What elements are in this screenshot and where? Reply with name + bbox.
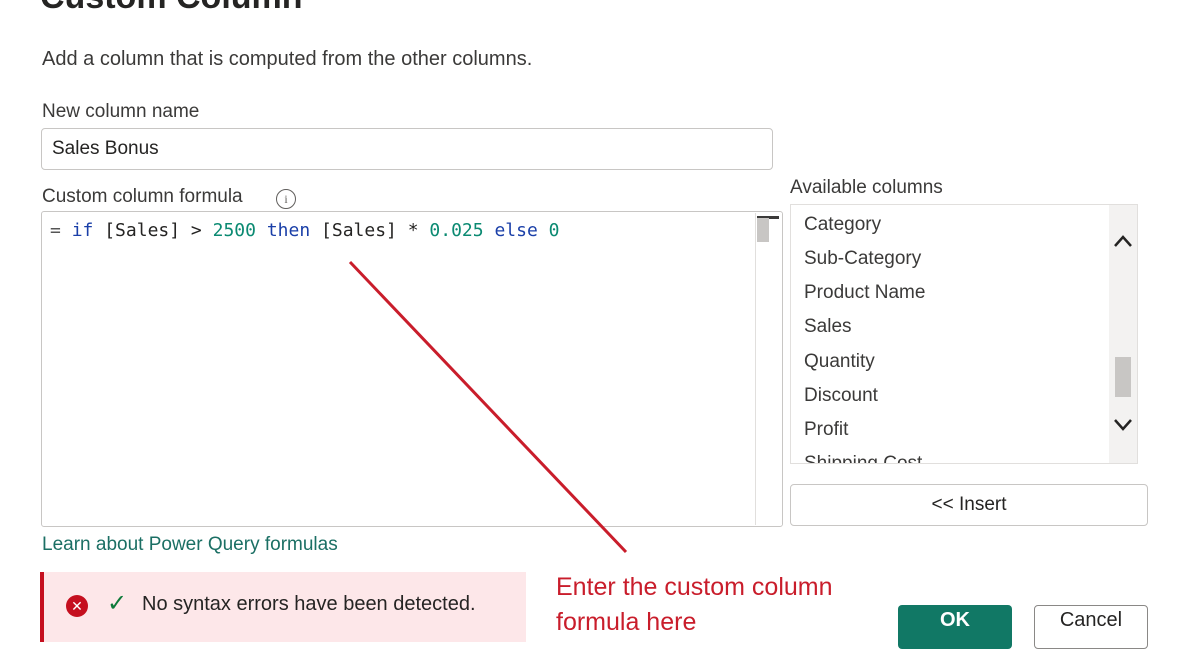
formula-token: if <box>71 220 94 241</box>
formula-token: 0.025 <box>429 220 484 241</box>
formula-token: 2500 <box>212 220 256 241</box>
editor-scrollbar-thumb[interactable] <box>757 218 769 242</box>
available-columns-list[interactable]: Category Sub-Category Product Name Sales… <box>790 204 1138 464</box>
annotation-line-2: formula here <box>556 608 697 636</box>
formula-token: = <box>50 220 61 241</box>
new-column-name-input[interactable] <box>41 128 773 170</box>
formula-token: * <box>407 220 419 241</box>
formula-token: 0 <box>548 220 560 241</box>
column-item-product-name[interactable]: Product Name <box>804 282 925 304</box>
available-columns-label: Available columns <box>790 177 943 198</box>
formula-token: [Sales] <box>104 220 181 241</box>
dialog-title: Custom Column <box>40 0 303 17</box>
new-column-name-label: New column name <box>42 101 200 122</box>
columns-scrollbar-thumb[interactable] <box>1115 357 1131 397</box>
insert-button[interactable]: << Insert <box>790 484 1148 526</box>
formula-token: else <box>494 220 538 241</box>
custom-formula-label: Custom column formula <box>42 186 243 207</box>
chevron-up-icon[interactable] <box>1109 231 1137 257</box>
learn-power-query-link[interactable]: Learn about Power Query formulas <box>42 534 338 556</box>
formula-token: then <box>266 220 311 241</box>
formula-editor[interactable] <box>41 211 783 527</box>
columns-scrollbar[interactable] <box>1109 205 1137 463</box>
syntax-status-text: No syntax errors have been detected. <box>142 593 476 615</box>
editor-scrollbar[interactable] <box>755 213 782 525</box>
column-item-sales[interactable]: Sales <box>804 316 852 338</box>
annotation-text: Enter the custom column formula here <box>556 570 833 640</box>
dialog-description: Add a column that is computed from the o… <box>42 48 533 70</box>
ok-button[interactable]: OK <box>898 605 1012 649</box>
annotation-line-1: Enter the custom column <box>556 573 833 601</box>
error-circle-icon: ✕ <box>66 595 88 617</box>
available-columns-items: Category Sub-Category Product Name Sales… <box>791 205 1109 463</box>
checkmark-icon: ✓ <box>107 590 128 617</box>
chevron-down-icon[interactable] <box>1109 415 1137 441</box>
cancel-button[interactable]: Cancel <box>1034 605 1148 649</box>
formula-token: > <box>190 220 202 241</box>
column-item-quantity[interactable]: Quantity <box>804 351 875 373</box>
column-item-category[interactable]: Category <box>804 214 881 236</box>
column-item-profit[interactable]: Profit <box>804 419 848 441</box>
formula-token: [Sales] <box>321 220 397 241</box>
info-icon[interactable]: i <box>276 189 296 209</box>
formula-code[interactable]: = if [Sales] > 2500 then [Sales] * 0.025… <box>50 220 559 241</box>
column-item-discount[interactable]: Discount <box>804 385 878 407</box>
column-item-sub-category[interactable]: Sub-Category <box>804 248 921 270</box>
column-item-shipping-cost[interactable]: Shipping Cost <box>804 453 922 463</box>
